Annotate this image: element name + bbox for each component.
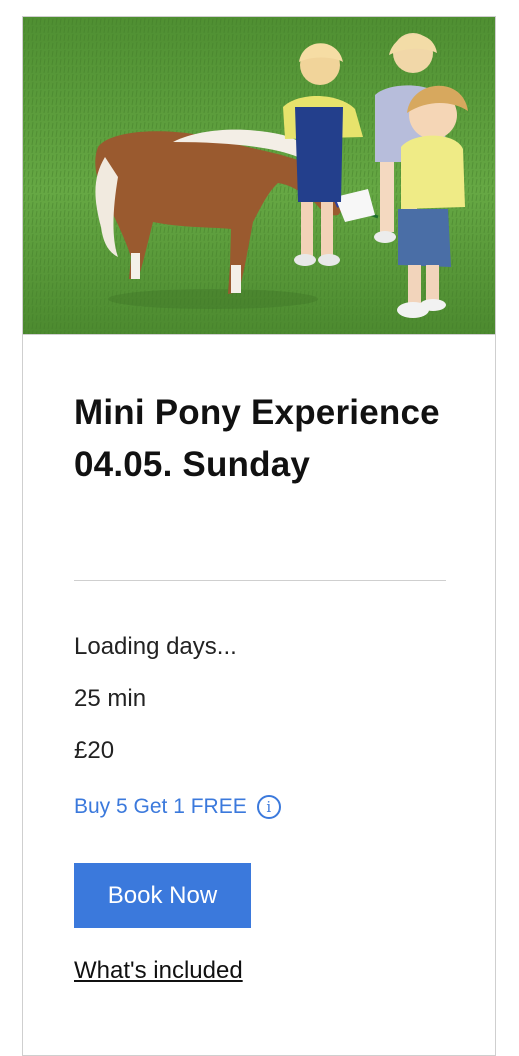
price: £20	[74, 737, 115, 764]
info-icon[interactable]: i	[256, 795, 281, 819]
days-status: Loading days...	[74, 633, 237, 660]
service-image	[23, 17, 495, 335]
book-now-button[interactable]: Book Now	[74, 863, 251, 928]
duration: 25 min	[74, 685, 147, 712]
divider	[74, 580, 446, 581]
pony-photo	[23, 17, 495, 334]
promo-label: Buy 5 Get 1 FREE	[74, 795, 247, 818]
promo-offer[interactable]: Buy 5 Get 1 FREE i	[74, 795, 281, 819]
whats-included-link[interactable]: What's included	[74, 957, 243, 985]
service-card: Mini Pony Experience 04.05. Sunday Loadi…	[22, 16, 496, 1056]
service-title: Mini Pony Experience 04.05. Sunday	[74, 393, 440, 484]
service-details: Mini Pony Experience 04.05. Sunday Loadi…	[74, 387, 446, 984]
